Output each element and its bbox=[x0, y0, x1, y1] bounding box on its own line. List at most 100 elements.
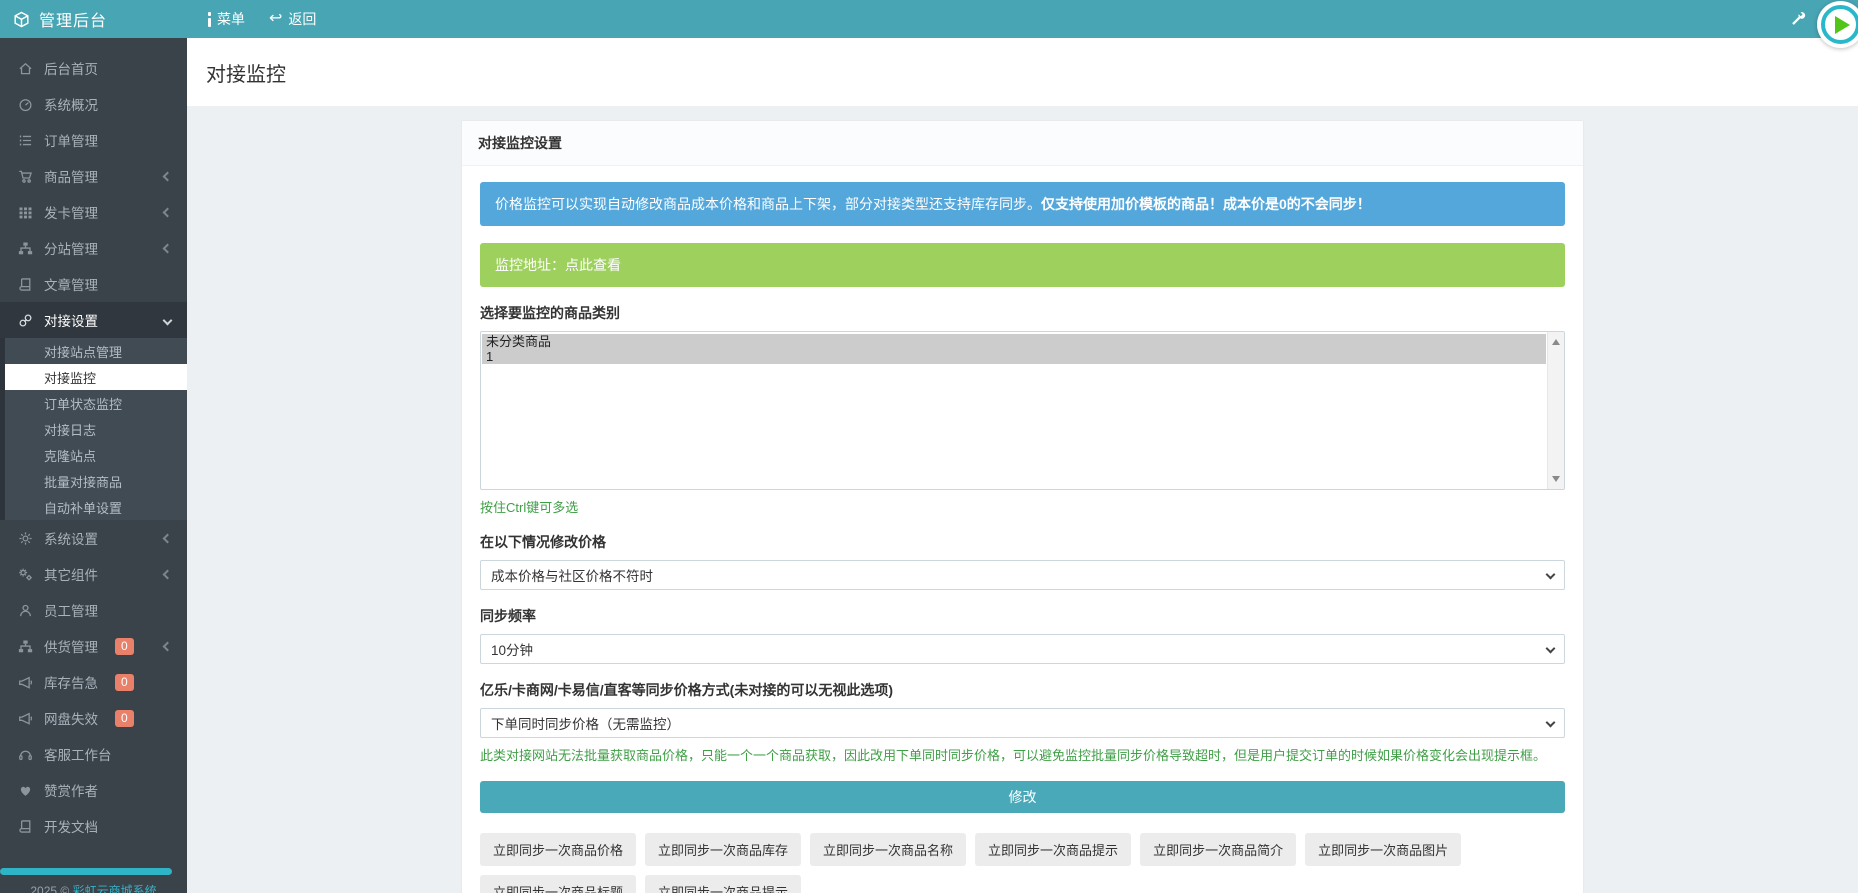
sidebar-scrollbar-thumb[interactable] bbox=[0, 868, 172, 875]
info-alert-text: 价格监控可以实现自动修改商品成本价格和商品上下架，部分对接类型还支持库存同步。 bbox=[495, 196, 1041, 212]
sidebar-item-3[interactable]: 订单管理 bbox=[0, 122, 187, 158]
sidebar-item-17[interactable]: 开发文档 bbox=[0, 808, 187, 844]
submenu-item-3[interactable]: 订单状态监控 bbox=[5, 390, 187, 416]
sidebar-item-label: 开发文档 bbox=[44, 816, 98, 836]
sync-button-2[interactable]: 立即同步一次商品库存 bbox=[645, 833, 801, 866]
cart-icon bbox=[17, 168, 33, 184]
sync-button-5[interactable]: 立即同步一次商品简介 bbox=[1140, 833, 1296, 866]
copyright: 2025 © 彩虹云商城系统 bbox=[0, 882, 187, 893]
submenu-item-7[interactable]: 自动补单设置 bbox=[5, 494, 187, 520]
chevron-down-icon bbox=[1546, 718, 1556, 728]
sidebar-item-4[interactable]: 商品管理 bbox=[0, 158, 187, 194]
scroll-down-icon[interactable] bbox=[1552, 476, 1560, 482]
sidebar-item-14[interactable]: 网盘失效0 bbox=[0, 700, 187, 736]
sidebar-item-label: 商品管理 bbox=[44, 166, 98, 186]
category-option-2[interactable]: 1 bbox=[482, 349, 1546, 364]
submit-button[interactable]: 修改 bbox=[480, 781, 1565, 813]
condition-select[interactable]: 成本价格与社区价格不符时 bbox=[480, 560, 1565, 590]
sidebar-item-2[interactable]: 系统概况 bbox=[0, 86, 187, 122]
menu-label: 菜单 bbox=[217, 9, 245, 29]
link-icon bbox=[17, 312, 33, 328]
sidebar-item-label: 库存告急 bbox=[44, 672, 98, 692]
sidebar-item-label: 后台首页 bbox=[44, 58, 98, 78]
listbox-scrollbar[interactable] bbox=[1547, 332, 1564, 489]
sync-button-7[interactable]: 立即同步一次商品标题 bbox=[480, 875, 636, 893]
submenu-item-5[interactable]: 克隆站点 bbox=[5, 442, 187, 468]
sidebar-item-8[interactable]: 对接设置 bbox=[0, 302, 187, 338]
monitor-address-link[interactable]: 点此查看 bbox=[565, 257, 621, 273]
sitemap-icon bbox=[17, 240, 33, 256]
back-label: 返回 bbox=[288, 9, 316, 29]
sync-button-8[interactable]: 立即同步一次商品提示 bbox=[645, 875, 801, 893]
sync-button-1[interactable]: 立即同步一次商品价格 bbox=[480, 833, 636, 866]
category-listbox[interactable]: 未分类商品1 bbox=[480, 331, 1565, 490]
sidebar-item-7[interactable]: 文章管理 bbox=[0, 266, 187, 302]
chevron-down-icon bbox=[1546, 570, 1556, 580]
wrench-button[interactable] bbox=[1790, 0, 1806, 38]
submenu-item-1[interactable]: 对接站点管理 bbox=[5, 338, 187, 364]
sitemap-icon bbox=[17, 638, 33, 654]
sidebar-item-label: 分站管理 bbox=[44, 238, 98, 258]
sidebar-item-1[interactable]: 后台首页 bbox=[0, 50, 187, 86]
top-nav: 菜单 ↩ 返回 bbox=[196, 0, 328, 38]
megaphone-icon bbox=[17, 710, 33, 726]
copyright-prefix: 2025 © bbox=[30, 884, 69, 893]
copyright-link[interactable]: 彩虹云商城系统 bbox=[73, 884, 157, 893]
method-select[interactable]: 下单同时同步价格（无需监控） bbox=[480, 708, 1565, 738]
grid-icon bbox=[17, 204, 33, 220]
heart-icon bbox=[17, 782, 33, 798]
video-player-logo[interactable] bbox=[1817, 1, 1858, 48]
scroll-up-icon[interactable] bbox=[1552, 339, 1560, 345]
main-area: 对接监控 对接监控设置 价格监控可以实现自动修改商品成本价格和商品上下架，部分对… bbox=[187, 38, 1858, 893]
cube-icon bbox=[13, 11, 30, 28]
headset-icon bbox=[17, 746, 33, 762]
card-title: 对接监控设置 bbox=[462, 121, 1583, 166]
chevron-left-icon bbox=[163, 243, 173, 253]
submenu-item-6[interactable]: 批量对接商品 bbox=[5, 468, 187, 494]
list-icon bbox=[17, 132, 33, 148]
wrench-icon bbox=[1790, 11, 1806, 27]
chevron-down-icon bbox=[1546, 644, 1556, 654]
category-option-1[interactable]: 未分类商品 bbox=[482, 334, 1546, 349]
sidebar-nav: 后台首页系统概况订单管理商品管理发卡管理分站管理文章管理对接设置对接站点管理对接… bbox=[0, 38, 187, 844]
category-label: 选择要监控的商品类别 bbox=[480, 303, 1565, 323]
sidebar-item-label: 赞赏作者 bbox=[44, 780, 98, 800]
menu-button[interactable]: 菜单 bbox=[196, 0, 257, 38]
brand: 管理后台 bbox=[0, 0, 187, 38]
chevron-left-icon bbox=[163, 171, 173, 181]
category-hint: 按住Ctrl键可多选 bbox=[480, 497, 1565, 516]
frequency-label: 同步频率 bbox=[480, 606, 1565, 626]
top-bar: 管理后台 菜单 ↩ 返回 bbox=[0, 0, 1858, 38]
sync-buttons-row: 立即同步一次商品价格立即同步一次商品库存立即同步一次商品名称立即同步一次商品提示… bbox=[480, 833, 1565, 893]
method-label: 亿乐/卡商网/卡易信/直客等同步价格方式(未对接的可以无视此选项) bbox=[480, 680, 1565, 700]
home-icon bbox=[17, 60, 33, 76]
condition-select-value: 成本价格与社区价格不符时 bbox=[491, 565, 653, 585]
sidebar-item-5[interactable]: 发卡管理 bbox=[0, 194, 187, 230]
sidebar-item-6[interactable]: 分站管理 bbox=[0, 230, 187, 266]
sidebar-item-10[interactable]: 其它组件 bbox=[0, 556, 187, 592]
back-arrow-icon: ↩ bbox=[269, 11, 282, 27]
sidebar-item-16[interactable]: 赞赏作者 bbox=[0, 772, 187, 808]
sync-button-6[interactable]: 立即同步一次商品图片 bbox=[1305, 833, 1461, 866]
content-area: 对接监控设置 价格监控可以实现自动修改商品成本价格和商品上下架，部分对接类型还支… bbox=[187, 120, 1858, 893]
back-button[interactable]: ↩ 返回 bbox=[257, 0, 328, 38]
sync-button-4[interactable]: 立即同步一次商品提示 bbox=[975, 833, 1131, 866]
sidebar-item-label: 文章管理 bbox=[44, 274, 98, 294]
sidebar-item-15[interactable]: 客服工作台 bbox=[0, 736, 187, 772]
sidebar-item-9[interactable]: 系统设置 bbox=[0, 520, 187, 556]
sidebar-item-label: 系统概况 bbox=[44, 94, 98, 114]
sidebar-item-label: 网盘失效 bbox=[44, 708, 98, 728]
sidebar: 后台首页系统概况订单管理商品管理发卡管理分站管理文章管理对接设置对接站点管理对接… bbox=[0, 38, 187, 893]
frequency-select[interactable]: 10分钟 bbox=[480, 634, 1565, 664]
sidebar-item-13[interactable]: 库存告急0 bbox=[0, 664, 187, 700]
chevron-left-icon bbox=[163, 641, 173, 651]
page-title: 对接监控 bbox=[206, 58, 286, 87]
submenu-item-4[interactable]: 对接日志 bbox=[5, 416, 187, 442]
sidebar-item-12[interactable]: 供货管理0 bbox=[0, 628, 187, 664]
sidebar-item-11[interactable]: 员工管理 bbox=[0, 592, 187, 628]
sidebar-item-label: 对接设置 bbox=[44, 310, 98, 330]
play-icon bbox=[1821, 5, 1858, 44]
sync-button-3[interactable]: 立即同步一次商品名称 bbox=[810, 833, 966, 866]
submenu-item-2[interactable]: 对接监控 bbox=[5, 364, 187, 390]
sidebar-item-label: 系统设置 bbox=[44, 528, 98, 548]
